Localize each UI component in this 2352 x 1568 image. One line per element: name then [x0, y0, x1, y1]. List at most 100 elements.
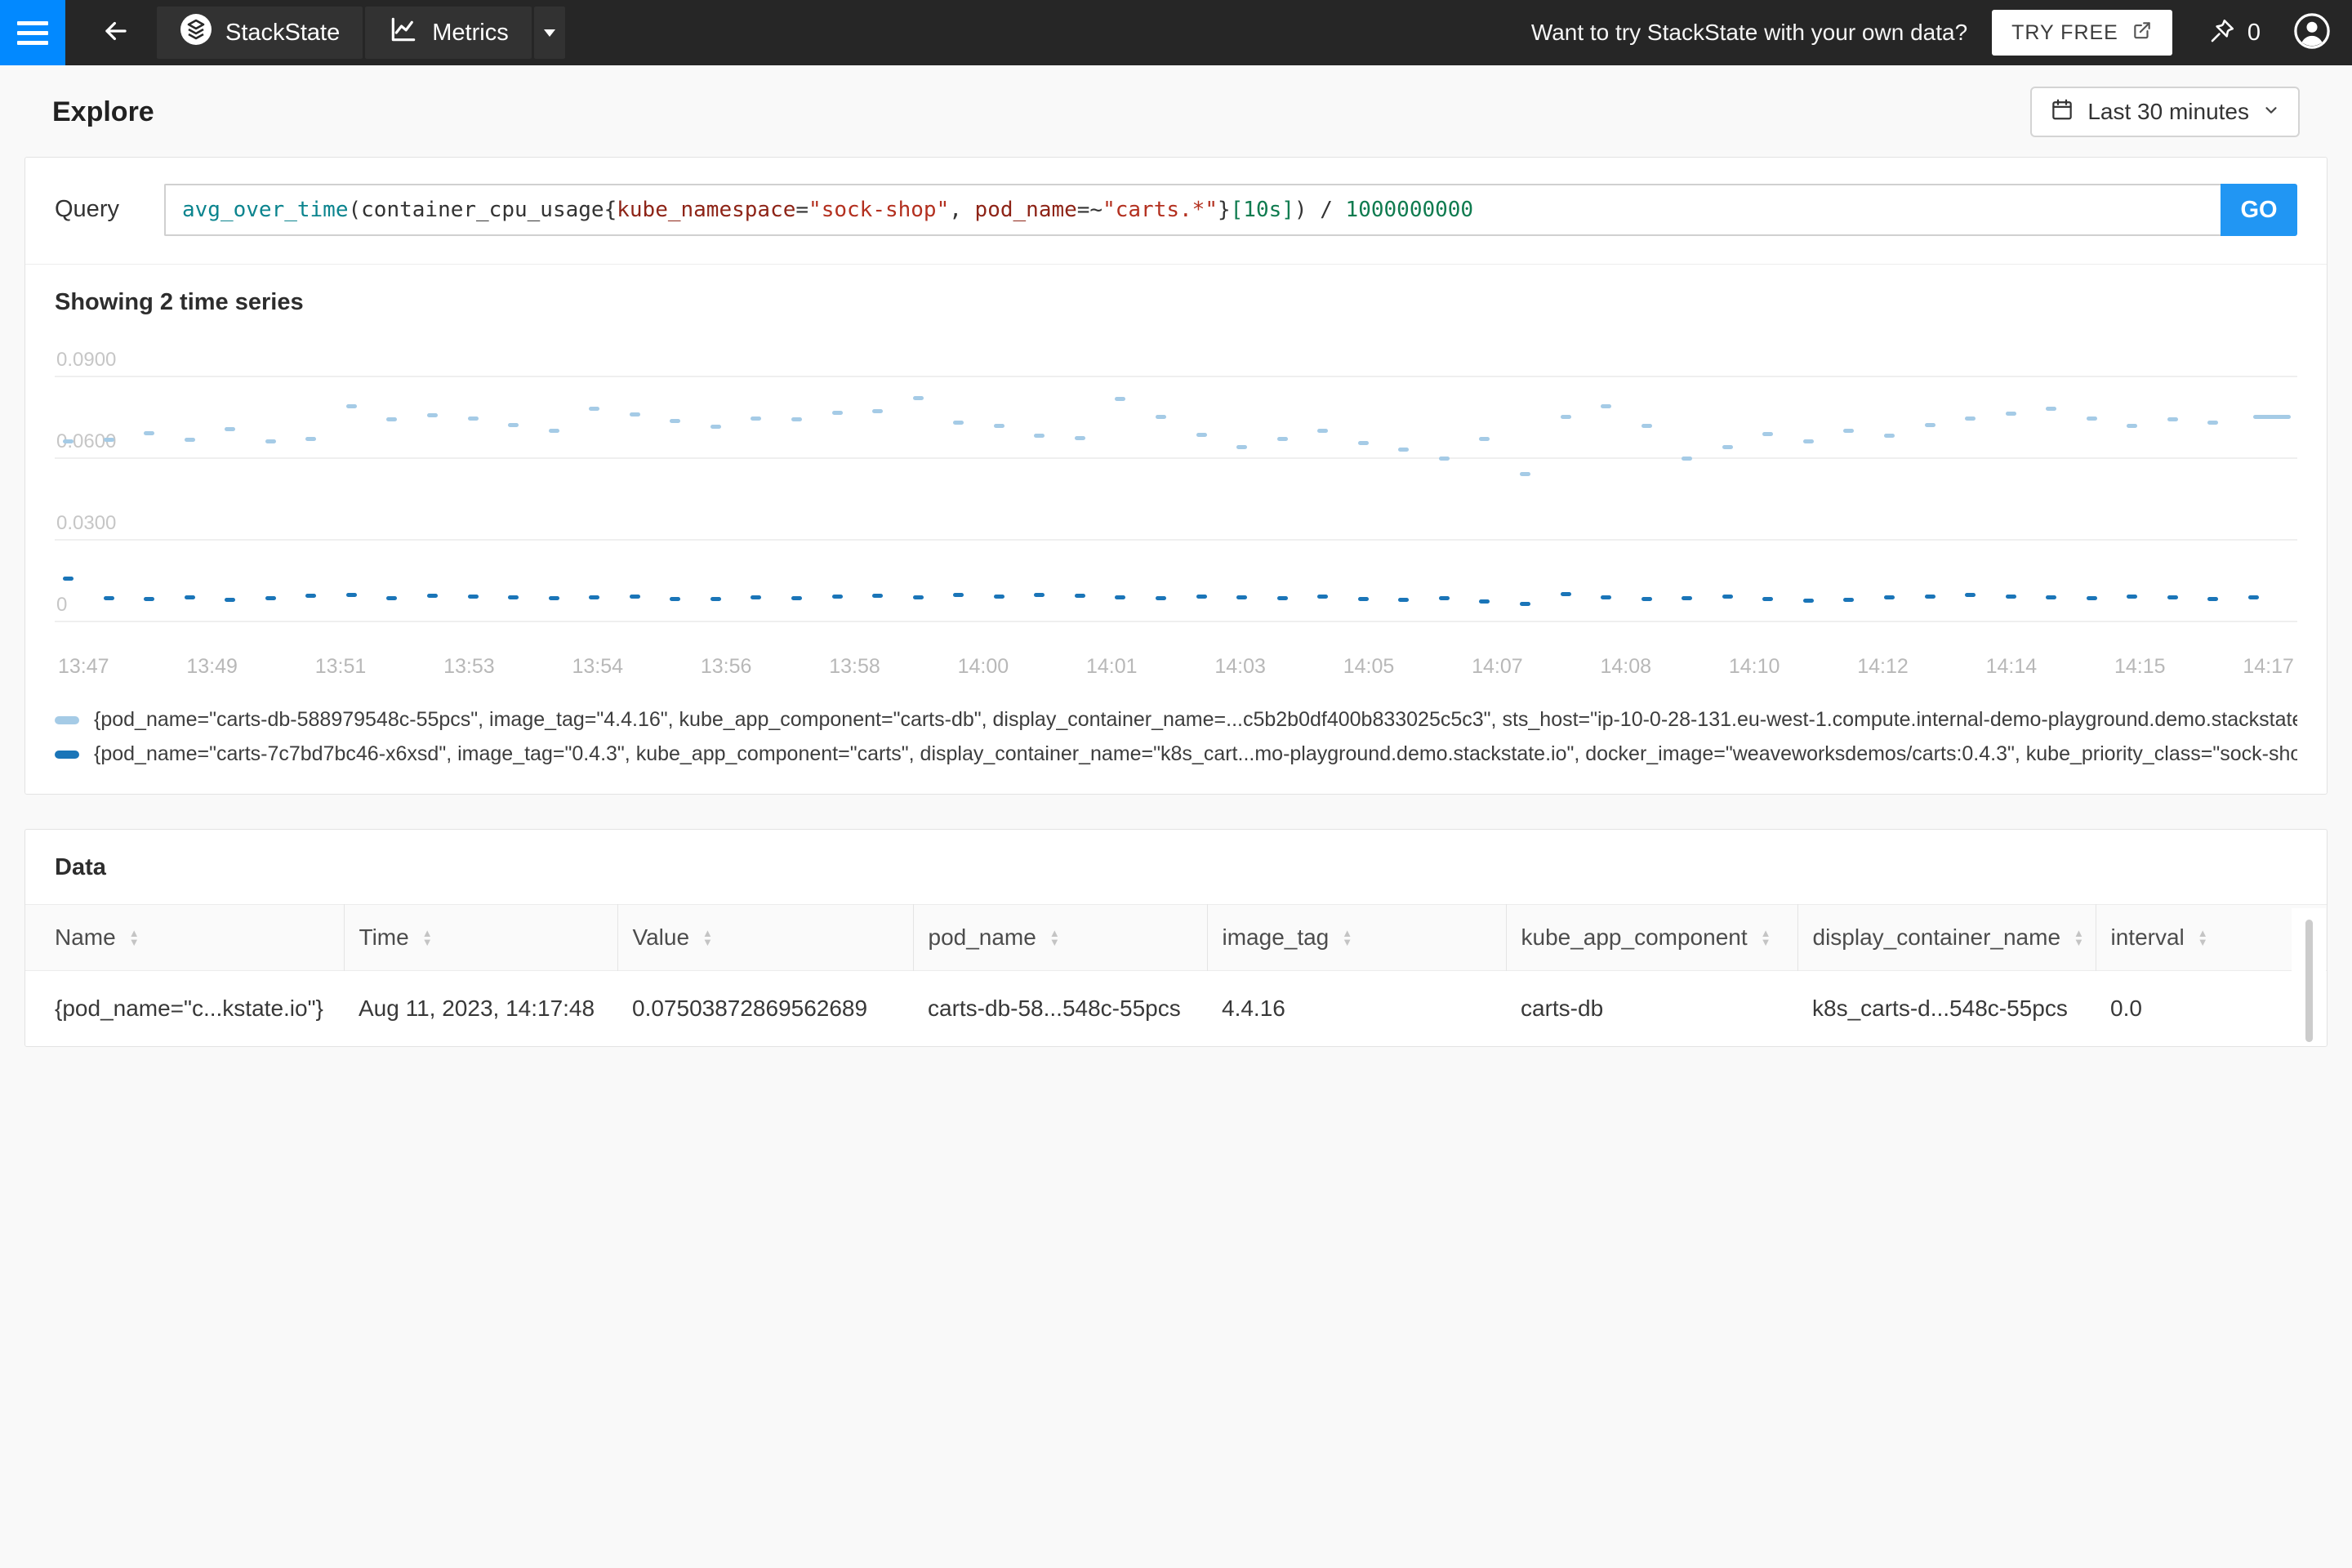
sort-icon[interactable]: ▲▼	[1342, 929, 1352, 947]
external-link-icon	[2132, 20, 2153, 47]
table-cell: k8s_carts-d...548c-55pcs	[1797, 971, 2096, 1047]
legend-label: {pod_name="carts-db-588979548c-55pcs", i…	[94, 708, 2297, 732]
try-free-button[interactable]: TRY FREE	[1992, 10, 2172, 56]
pin-count: 0	[2247, 20, 2261, 47]
data-point	[427, 594, 438, 598]
data-point	[751, 595, 761, 599]
data-point	[2087, 416, 2097, 421]
go-button[interactable]: GO	[2221, 184, 2297, 236]
data-point	[953, 421, 964, 425]
data-point	[1439, 596, 1450, 600]
column-header-value[interactable]: Value ▲▼	[617, 905, 913, 971]
sort-icon[interactable]: ▲▼	[2198, 929, 2208, 947]
tab-stackstate-label: StackState	[225, 20, 340, 47]
data-point	[144, 431, 154, 435]
column-header-display-container-name[interactable]: display_container_name ▲▼	[1797, 905, 2096, 971]
query-token: "carts.*"	[1102, 198, 1218, 222]
column-header-label: Value	[633, 924, 690, 951]
time-range-picker[interactable]: Last 30 minutes	[2030, 87, 2300, 137]
table-cell: 4.4.16	[1207, 971, 1506, 1047]
query-token: =	[795, 198, 808, 222]
column-header-name[interactable]: Name ▲▼	[25, 905, 344, 971]
data-point	[2006, 412, 2016, 416]
data-point	[1196, 595, 1207, 599]
x-axis-tick-label: 14:01	[1086, 655, 1138, 679]
data-point	[2127, 424, 2137, 428]
column-header-image-tag[interactable]: image_tag▲▼	[1207, 905, 1506, 971]
data-point	[265, 439, 276, 443]
data-point	[225, 427, 235, 431]
data-point	[1277, 596, 1288, 600]
data-point	[427, 413, 438, 417]
data-point	[1156, 415, 1166, 419]
time-range-label: Last 30 minutes	[2087, 99, 2249, 125]
data-point	[872, 409, 883, 413]
data-point	[185, 595, 195, 599]
column-header-kube-app-component[interactable]: kube_app_component▲▼	[1506, 905, 1797, 971]
pin-button[interactable]: 0	[2208, 17, 2261, 49]
data-point	[994, 595, 1004, 599]
data-point	[1236, 595, 1247, 599]
data-point	[670, 419, 680, 423]
data-point	[791, 596, 802, 600]
query-token: "sock-shop"	[808, 198, 949, 222]
table-cell: Aug 11, 2023, 14:17:48	[344, 971, 617, 1047]
table-header-row: Name▲▼Time▲▼Value▲▼pod_name▲▼image_tag▲▼…	[25, 905, 2327, 971]
arrow-left-icon	[100, 16, 131, 51]
query-label: Query	[55, 184, 164, 223]
back-button[interactable]	[98, 15, 134, 51]
data-point	[2207, 597, 2218, 601]
sort-icon[interactable]: ▲▼	[129, 929, 140, 947]
data-point	[832, 411, 843, 415]
data-point	[1642, 424, 1652, 428]
data-point	[1682, 596, 1692, 600]
gridline	[55, 457, 2297, 459]
data-point	[305, 594, 316, 598]
sort-icon[interactable]: ▲▼	[1049, 929, 1060, 947]
tab-dropdown-button[interactable]	[534, 7, 565, 59]
data-point	[1601, 404, 1611, 408]
caret-down-icon	[544, 29, 555, 37]
data-point	[185, 438, 195, 442]
tab-metrics[interactable]: Metrics	[365, 7, 531, 59]
x-axis-tick-label: 14:03	[1214, 655, 1266, 679]
y-axis-tick-label: 0.0900	[56, 349, 116, 372]
data-point	[1479, 599, 1490, 604]
pin-icon	[2208, 17, 2236, 49]
x-axis-tick-label: 14:05	[1343, 655, 1395, 679]
sort-icon[interactable]: ▲▼	[702, 929, 713, 947]
column-header-time[interactable]: Time ▲▼	[344, 905, 617, 971]
table-row: {pod_name="c...kstate.io"}Aug 11, 2023, …	[25, 971, 2327, 1047]
query-token: (container_cpu_usage{	[349, 198, 617, 222]
data-point	[1156, 596, 1166, 600]
menu-icon[interactable]	[0, 0, 65, 65]
sort-icon[interactable]: ▲▼	[422, 929, 433, 947]
query-chart-card: Query avg_over_time(container_cpu_usage{…	[24, 157, 2328, 795]
data-point	[994, 424, 1004, 428]
column-header-label: display_container_name	[1813, 924, 2061, 951]
sort-icon[interactable]: ▲▼	[2074, 929, 2084, 947]
column-header-pod-name[interactable]: pod_name▲▼	[913, 905, 1207, 971]
data-point	[1520, 472, 1530, 476]
data-point	[2167, 417, 2178, 421]
data-point	[1803, 439, 1814, 443]
tab-stackstate[interactable]: StackState	[157, 7, 363, 59]
data-point	[1277, 437, 1288, 441]
data-point	[1843, 429, 1854, 433]
column-header-label: Name	[55, 924, 116, 951]
user-avatar[interactable]	[2293, 12, 2331, 54]
data-point	[913, 595, 924, 599]
y-axis-tick-label: 0	[56, 594, 67, 617]
data-point	[1925, 423, 1936, 427]
table-scrollbar-thumb[interactable]	[2305, 920, 2313, 1042]
column-header-label: Time	[359, 924, 409, 951]
data-point	[1682, 457, 1692, 461]
sort-icon[interactable]: ▲▼	[1761, 929, 1771, 947]
query-token: ,	[949, 198, 974, 222]
stackstate-logo-icon	[180, 13, 212, 52]
data-point	[1601, 595, 1611, 599]
data-point	[2253, 415, 2291, 419]
query-input[interactable]: avg_over_time(container_cpu_usage{kube_n…	[164, 184, 2221, 236]
x-axis-tick-label: 14:08	[1601, 655, 1652, 679]
data-point	[305, 437, 316, 441]
